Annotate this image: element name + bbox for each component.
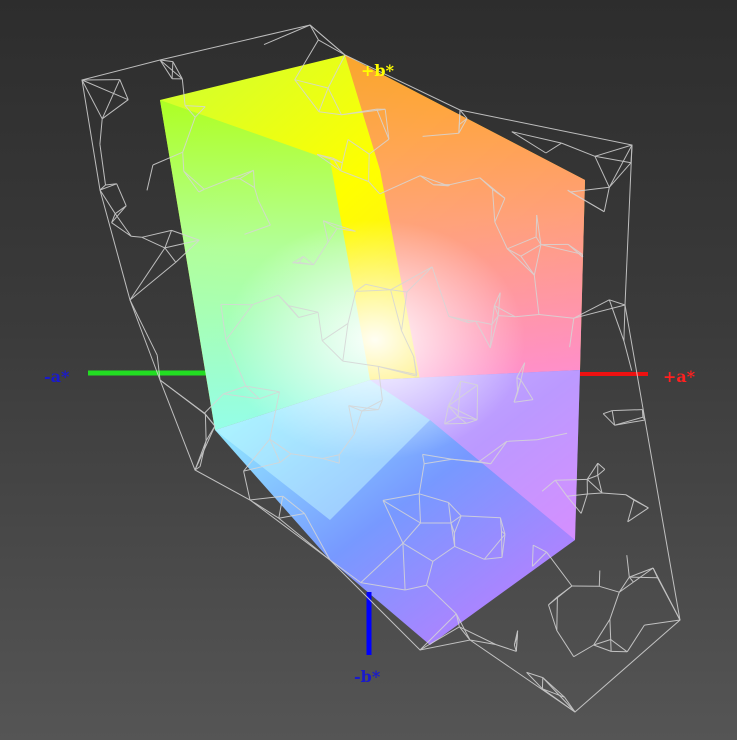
wireframe-edge [146, 164, 154, 191]
wireframe-edge [561, 142, 596, 157]
wireframe-edge [593, 644, 612, 652]
axis-label-neg-b: -b* [354, 667, 381, 686]
wireframe-edge [542, 688, 565, 698]
wireframe-edge [114, 213, 132, 237]
wireframe-edge [652, 567, 658, 578]
wireframe-edge [548, 604, 558, 631]
wireframe-edge [131, 235, 142, 238]
wireframe-edge [626, 555, 630, 578]
gamut-3d-plot: -a* +a* +b* -b* [44, 24, 696, 713]
wireframe-edge [111, 222, 132, 237]
wireframe-edge [603, 187, 610, 212]
wireframe-edge [141, 229, 172, 238]
wireframe-edge [172, 61, 183, 80]
wireframe-edge [609, 619, 612, 640]
wireframe-edge [626, 624, 645, 653]
wireframe-edge [204, 414, 207, 441]
wireframe-edge [629, 576, 658, 579]
wireframe-edge [610, 639, 628, 653]
wireframe-edge [129, 261, 177, 301]
wireframe-edge [609, 299, 626, 306]
wireframe-edge [141, 236, 166, 249]
wireframe-edge [444, 422, 467, 425]
wireframe-edge [542, 677, 565, 698]
wireframe-edge [593, 619, 611, 646]
wireframe-edge [594, 156, 610, 188]
wireframe-edge [159, 59, 183, 80]
wireframe-edge [99, 189, 116, 214]
wireframe-edge [535, 214, 538, 237]
wireframe-edge [619, 581, 634, 593]
wireframe-edge [116, 183, 127, 206]
wireframe-edge [501, 531, 503, 558]
wireframe-edge [548, 596, 558, 606]
wireframe-edge [623, 340, 633, 371]
wireframe-edge [171, 61, 174, 79]
wireframe-edge [597, 469, 606, 476]
wireframe-edge [476, 384, 479, 420]
wireframe-edge [609, 592, 620, 620]
wireframe-edge [641, 409, 644, 418]
wireframe-edge [99, 144, 106, 186]
wireframe-edge [580, 493, 588, 514]
wireframe-edge [546, 551, 573, 587]
gamut-plot-canvas[interactable]: -a* +a* +b* -b* [0, 0, 737, 740]
wireframe-edge [601, 492, 627, 496]
wireframe-edge [618, 576, 630, 593]
wireframe-edge [263, 24, 311, 46]
wireframe-edge [459, 626, 496, 645]
wireframe-edge [129, 299, 158, 356]
wireframe-edge [495, 644, 517, 652]
wireframe-edge [597, 462, 606, 470]
wireframe-edge [194, 425, 216, 471]
wireframe-edge [129, 247, 166, 301]
wireframe-edge [603, 410, 613, 415]
wireframe-edge [164, 230, 172, 249]
wireframe-edge [318, 39, 346, 56]
wireframe-edge [573, 644, 594, 658]
wireframe-edge [511, 131, 562, 144]
wireframe-edge [586, 479, 603, 494]
wireframe-edge [628, 576, 634, 583]
wireframe-edge [164, 247, 177, 263]
wireframe-edge [623, 304, 626, 341]
wireframe-edge [368, 154, 370, 182]
wireframe-edge [630, 144, 633, 163]
axis-label-pos-b: +b* [361, 61, 395, 80]
wireframe-edge [556, 596, 558, 631]
wireframe-edge [99, 118, 103, 145]
wireframe-edge [612, 409, 643, 412]
axis-label-pos-a: +a* [663, 367, 696, 386]
axis-label-neg-a: -a* [44, 367, 70, 386]
wireframe-edge [111, 205, 127, 224]
gamut-solid [160, 55, 585, 645]
wireframe-edge [587, 492, 603, 495]
wireframe-edge [249, 499, 280, 519]
wireframe-edge [243, 470, 251, 501]
wireframe-edge [556, 630, 575, 657]
wireframe-edge [545, 142, 562, 154]
wireframe-edge [309, 24, 319, 41]
wireframe-edge [625, 494, 649, 509]
wireframe-edge [309, 24, 346, 56]
wireframe-edge [633, 567, 654, 583]
wireframe-edge [598, 570, 601, 587]
wireframe-edge [205, 425, 216, 442]
wireframe-edge [599, 585, 620, 593]
wireframe-edge [629, 567, 654, 578]
